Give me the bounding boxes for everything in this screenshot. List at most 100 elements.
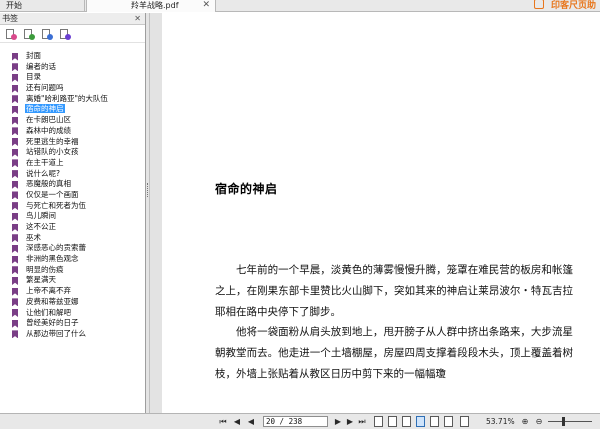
bookmark-item-label: 非洲的黑色观念 (26, 254, 79, 264)
bookmark-delete-icon[interactable] (24, 29, 35, 40)
bookmark-item[interactable]: 与死亡和死者为伍 (0, 201, 145, 212)
tab-bar: 开始 羚羊战略.pdf ✕ 印客尺页助 (0, 0, 600, 12)
bookmark-item-label: 皮费和蒂兹亚娜 (26, 296, 79, 306)
page-number-input[interactable] (263, 416, 328, 427)
single-page-view-icon[interactable] (388, 416, 397, 427)
bookmark-item-label: 仅仅是一个画面 (26, 189, 79, 199)
zoom-out-icon[interactable]: ⊖ (534, 416, 544, 427)
bookmark-item[interactable]: 鸟儿瞬间 (0, 211, 145, 222)
zoom-level: 53.71% (486, 417, 515, 426)
bookmark-flag-icon (12, 84, 18, 93)
bookmark-item[interactable]: 森林中的成绩 (0, 126, 145, 137)
last-page-icon[interactable]: ⏭ (357, 416, 367, 427)
bookmark-flag-icon (12, 95, 18, 104)
bookmark-flag-icon (12, 309, 18, 317)
tab-close-icon[interactable]: ✕ (202, 0, 210, 11)
bookmark-item-label: 说什么呢? (26, 168, 60, 178)
bookmark-item[interactable]: 在卡朗巴山区 (0, 115, 145, 126)
bookmark-flag-icon (12, 170, 18, 179)
bookmark-flag-icon (12, 255, 18, 264)
bookmark-item[interactable]: 站错队的小女孩 (0, 147, 145, 158)
bookmark-flag-icon (12, 319, 18, 328)
bookmark-flag-icon (12, 191, 18, 200)
document-page: 宿命的神启 七年前的一个早晨，淡黄色的薄雾慢慢升腾，笼罩在难民营的板房和帐篷之上… (162, 13, 600, 413)
bookmark-panel-header: 书签 ✕ (0, 13, 145, 25)
tab-document[interactable]: 羚羊战略.pdf ✕ (86, 0, 216, 12)
bookmark-item-label: 封面 (26, 51, 41, 60)
bookmark-flag-icon (12, 244, 18, 253)
bookmark-flag-icon (12, 287, 18, 296)
bookmark-item[interactable]: 这不公正 (0, 222, 145, 233)
bookmark-panel-close-icon[interactable]: ✕ (134, 13, 141, 24)
bookmark-flag-icon (12, 105, 18, 114)
bookmark-item[interactable]: 还有问题吗 (0, 83, 145, 94)
tab-document-label: 羚羊战略.pdf (131, 1, 179, 10)
bookmark-item-label: 宿命的神启 (25, 104, 65, 114)
bookmark-item[interactable]: 宿命的神启 (0, 104, 145, 115)
bookmark-add-icon[interactable] (6, 29, 17, 40)
bookmark-item-label: 巫术 (26, 232, 41, 242)
bookmark-flag-icon (12, 63, 18, 72)
bookmark-expand-icon[interactable] (42, 29, 53, 40)
bookmark-item-label: 站错队的小女孩 (26, 147, 79, 157)
zoom-slider[interactable] (548, 421, 592, 422)
bookmark-item-label: 曾经美好的日子 (26, 318, 79, 328)
bookmark-item[interactable]: 在主干道上 (0, 158, 145, 169)
bookmark-item[interactable]: 从那边带回了什么 (0, 329, 145, 340)
next-page-icon[interactable]: ▶ (345, 416, 355, 427)
bookmark-item-label: 繁星满天 (26, 275, 56, 285)
bookmark-item[interactable]: 深感恶心的贡索蕾 (0, 243, 145, 254)
bookmark-flag-icon (12, 52, 18, 61)
bookmark-item-label: 死里逃生的幸福 (26, 136, 79, 146)
continuous-view-icon[interactable] (402, 416, 411, 427)
bookmark-toolbar (0, 25, 145, 43)
bookmark-flag-icon (12, 276, 18, 285)
bookmark-item-label: 编者的话 (26, 61, 56, 71)
splitter-grip-icon[interactable] (147, 183, 149, 197)
bookmark-item[interactable]: 曾经美好的日子 (0, 318, 145, 329)
copy-view-icon[interactable] (374, 416, 383, 427)
bookmark-item[interactable]: 恶魔般的真相 (0, 179, 145, 190)
zoom-in-icon[interactable]: ⊕ (520, 416, 530, 427)
first-page-icon[interactable]: ⏮ (218, 416, 228, 427)
prev-page-icon[interactable]: ◀ (232, 416, 242, 427)
bookmark-flag-icon (12, 116, 18, 125)
bookmark-item[interactable]: 上帝不离不弃 (0, 286, 145, 297)
cover-view-icon[interactable] (444, 416, 453, 427)
bookmark-item[interactable]: 明显的伤痕 (0, 265, 145, 276)
bookmark-flag-icon (12, 212, 18, 221)
bookmark-item[interactable]: 封面 (0, 51, 145, 62)
bookmark-item-label: 离婚"哈利路亚"的大队伍 (26, 93, 108, 103)
bookmark-panel-title: 书签 (2, 14, 18, 23)
bookmark-item-label: 这不公正 (26, 222, 56, 231)
chapter-title: 宿命的神启 (215, 182, 278, 196)
tab-start[interactable]: 开始 (0, 0, 85, 12)
continuous-facing-view-icon[interactable] (430, 416, 439, 427)
bookmark-item[interactable]: 目录 (0, 72, 145, 83)
bookmark-list: 封面 编者的话 目录 还有问题吗 离婚"哈利路亚"的大队伍 宿命的神启 在卡朗巴山区 森林中的… (0, 51, 145, 340)
bookmark-flag-icon (12, 148, 18, 157)
bookmark-item[interactable]: 编者的话 (0, 62, 145, 73)
bookmark-item-label: 恶魔般的真相 (26, 179, 71, 189)
bookmark-item[interactable]: 巫术 (0, 233, 145, 244)
bookmark-item[interactable]: 让他们和解吧 (0, 308, 145, 319)
bookmark-item[interactable]: 死里逃生的幸福 (0, 137, 145, 148)
bookmark-item-label: 还有问题吗 (26, 83, 64, 93)
bookmark-item[interactable]: 说什么呢? (0, 169, 145, 180)
nav-back-icon[interactable]: ◀ (246, 416, 256, 427)
bookmark-item[interactable]: 离婚"哈利路亚"的大队伍 (0, 94, 145, 105)
bookmark-item[interactable]: 皮费和蒂兹亚娜 (0, 297, 145, 308)
facing-view-icon[interactable] (416, 416, 425, 427)
bookmark-options-icon[interactable] (60, 29, 71, 40)
fit-page-icon[interactable] (460, 416, 469, 427)
bookmark-item[interactable]: 非洲的黑色观念 (0, 254, 145, 265)
bookmark-item[interactable]: 繁星满天 (0, 275, 145, 286)
bookmark-flag-icon (12, 202, 18, 211)
body-paragraph: 七年前的一个早晨，淡黄色的薄雾慢慢升腾，笼罩在难民营的板房和帐篷之上，在刚果东部… (215, 264, 573, 318)
brand-text[interactable]: 印客尺页助 (551, 0, 596, 11)
bookmark-item-label: 上帝不离不弃 (26, 286, 71, 296)
zoom-slider-thumb[interactable] (562, 417, 565, 426)
nav-forward-icon[interactable]: ▶ (333, 416, 343, 427)
bookmark-item[interactable]: 仅仅是一个画面 (0, 190, 145, 201)
bookmark-flag-icon (12, 180, 18, 189)
